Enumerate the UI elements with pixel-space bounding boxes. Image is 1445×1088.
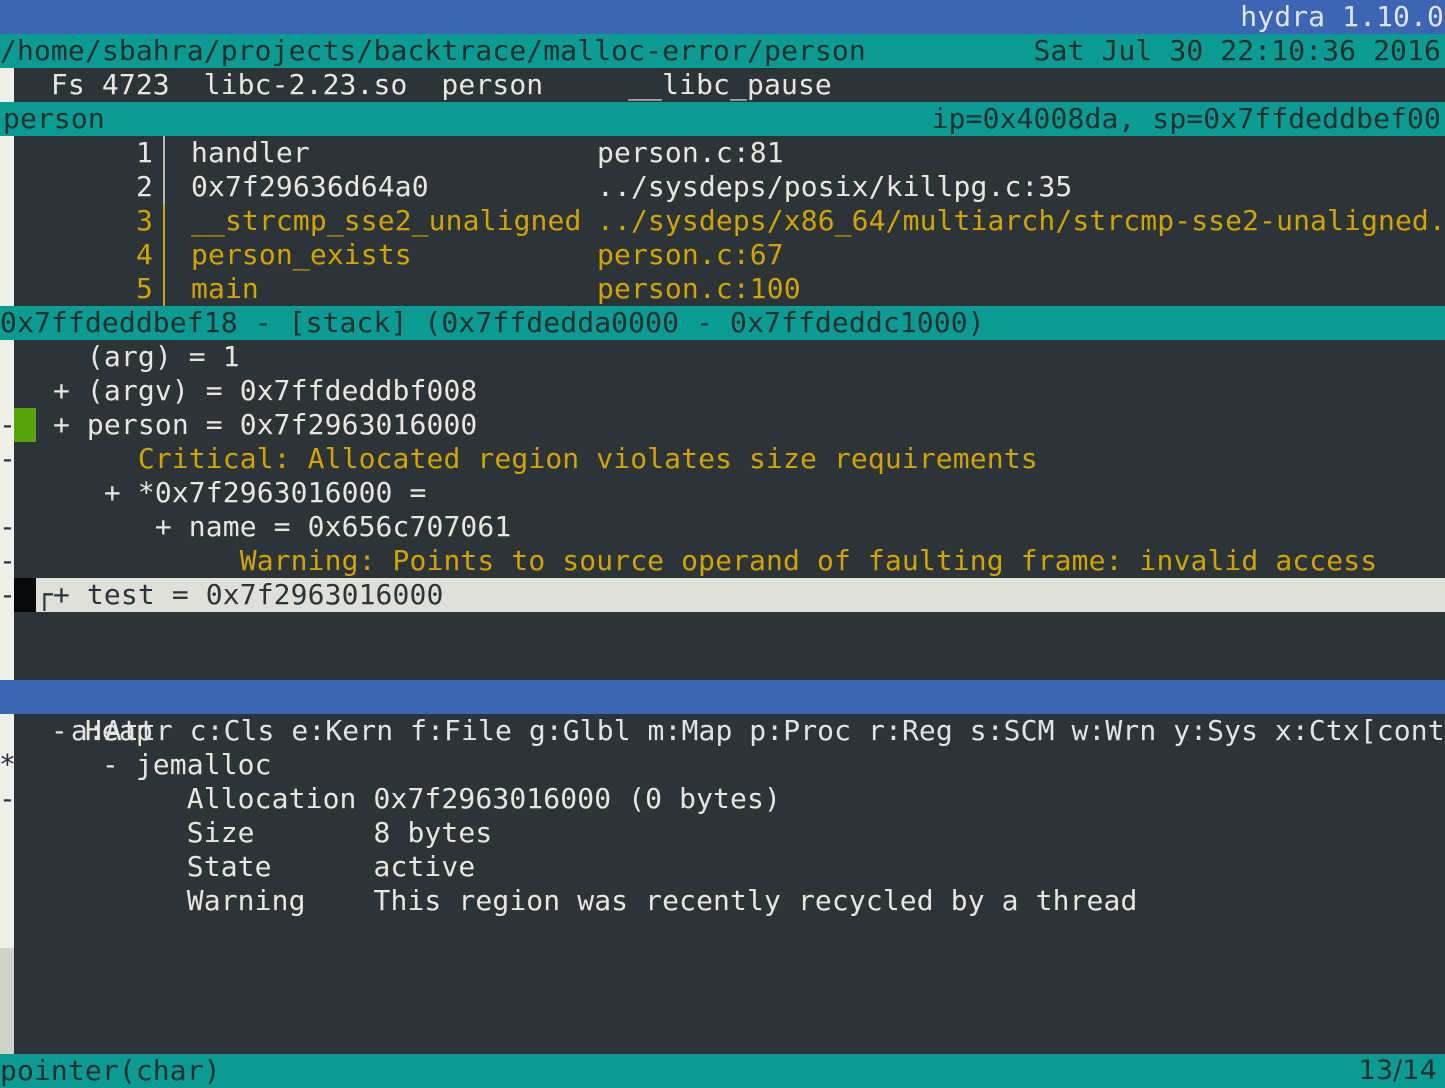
heap-state-row: State active (0, 850, 1445, 884)
path-bar: /home/sbahra/projects/backtrace/malloc-e… (0, 34, 1445, 68)
frame-panel-header: person ip=0x4008da, sp=0x7ffdeddbef00 (0, 102, 1445, 136)
backtrace-frame[interactable]: 1 handler person.c:81 (0, 136, 1445, 170)
top-menu-bar: ?:Helpq:Quit1:Threads2:Backtrace3:Variab… (0, 0, 1445, 34)
variable-warning-message: Warning: Points to source operand of fau… (0, 544, 1445, 578)
frame-function: person_exists (191, 238, 412, 272)
critical-text: Critical: Allocated region violates size… (36, 442, 1038, 476)
frame-location: ../sysdeps/posix/killpg.c:35 (597, 170, 1072, 204)
frame-function: handler (191, 136, 310, 170)
variable-text: (arg) = 1 (36, 340, 240, 374)
cursor-block-green (14, 408, 36, 442)
process-info: Fs 4723 libc-2.23.so person __libc_pause (0, 68, 832, 102)
variable-row[interactable]: - + (argv) = 0x7ffdeddbf008 (0, 374, 1445, 408)
frame-number-separator (163, 136, 165, 204)
variable-critical-message: Critical: Allocated region violates size… (0, 442, 1445, 476)
heap-root-row[interactable]: * - Heap (0, 714, 1445, 748)
variable-text: + person = 0x7f2963016000 (36, 408, 477, 442)
heap-text: - Heap (0, 714, 153, 748)
variable-row[interactable]: (arg) = 1 (0, 340, 1445, 374)
backtrace-frame[interactable]: 2 0x7f29636d64a0 ../sysdeps/posix/killpg… (0, 170, 1445, 204)
clock: Sat Jul 30 22:10:36 2016 (1034, 34, 1441, 68)
aux-keys-bar: a:Attrc:Clse:Kernf:Fileg:Glblm:Mapp:Proc… (0, 680, 1445, 714)
frame-function: __strcmp_sse2_unaligned (191, 204, 581, 238)
frame-number: 1 (0, 136, 153, 170)
heap-warning-row: Warning This region was recently recycle… (0, 884, 1445, 918)
heap-text: Allocation 0x7f2963016000 (0 bytes) (0, 782, 781, 816)
frame-function: main (191, 272, 259, 306)
heap-allocation-row: Allocation 0x7f2963016000 (0 bytes) (0, 782, 1445, 816)
frame-number: 4 (0, 238, 153, 272)
frame-registers: ip=0x4008da, sp=0x7ffdeddbef00 (932, 102, 1441, 136)
selected-type: pointer(char) (0, 1054, 221, 1088)
working-directory: /home/sbahra/projects/backtrace/malloc-e… (0, 34, 866, 68)
frame-function: 0x7f29636d64a0 (191, 170, 429, 204)
frame-location: person.c:67 (597, 238, 784, 272)
heap-text: Size 8 bytes (0, 816, 492, 850)
backtrace-frame-current[interactable]: * 5 main person.c:100 (0, 272, 1445, 306)
process-row[interactable]: * Fs 4723 libc-2.23.so person __libc_pau… (0, 68, 1445, 102)
frame-number: 3 (0, 204, 153, 238)
variable-text: + (argv) = 0x7ffdeddbf008 (36, 374, 477, 408)
selection-position: 13/14 (1359, 1054, 1437, 1088)
variable-row-person[interactable]: - + person = 0x7f2963016000 (0, 408, 1445, 442)
variable-text: + *0x7f2963016000 = (36, 476, 426, 510)
cursor-block-black (14, 578, 36, 612)
heap-text: - jemalloc (0, 748, 272, 782)
heap-text: Warning This region was recently recycle… (0, 884, 1138, 918)
gutter-marker-expand[interactable]: - (0, 578, 17, 612)
heap-text: State active (0, 850, 475, 884)
heap-size-row: Size 8 bytes (0, 816, 1445, 850)
variable-row-selected[interactable]: ┌+ test = 0x7f2963016000 (14, 578, 1445, 612)
frame-location: person.c:100 (597, 272, 801, 306)
variable-row[interactable]: - + name = 0x656c707061 (0, 510, 1445, 544)
frame-number-separator (163, 204, 165, 306)
status-bar: pointer(char) 13/14 (0, 1054, 1445, 1088)
variable-text: ┌+ test = 0x7f2963016000 (36, 578, 443, 612)
variable-text: + name = 0x656c707061 (36, 510, 511, 544)
variable-row[interactable]: - + *0x7f2963016000 = (0, 476, 1445, 510)
app-version: hydra 1.10.0 (1240, 0, 1444, 34)
frame-panel-title: person (0, 102, 105, 136)
backtrace-frame[interactable]: 4 person_exists person.c:67 (0, 238, 1445, 272)
heap-allocator-row[interactable]: - - jemalloc (0, 748, 1445, 782)
frame-location: person.c:81 (597, 136, 784, 170)
stack-region-bar: 0x7ffdeddbef18 - [stack] (0x7ffdedda0000… (0, 306, 1445, 340)
frame-number: 2 (0, 170, 153, 204)
frame-number: 5 (0, 272, 153, 306)
frame-location: ../sysdeps/x86_64/multiarch/strcmp-sse2-… (597, 204, 1445, 238)
backtrace-frame[interactable]: 3 __strcmp_sse2_unaligned ../sysdeps/x86… (0, 204, 1445, 238)
warning-text: Warning: Points to source operand of fau… (36, 544, 1377, 578)
hydra-terminal: ?:Helpq:Quit1:Threads2:Backtrace3:Variab… (0, 0, 1445, 1088)
stack-region-info: 0x7ffdeddbef18 - [stack] (0x7ffdedda0000… (0, 306, 985, 340)
